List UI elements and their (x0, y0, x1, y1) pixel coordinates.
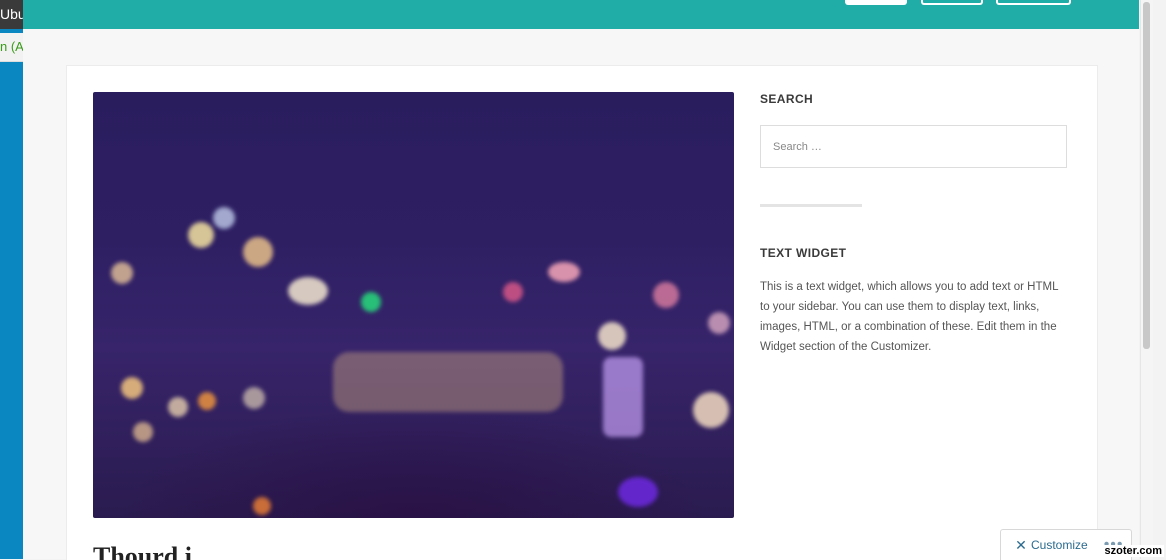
search-input[interactable]: Search … (760, 125, 1067, 168)
text-widget-body: This is a text widget, which allows you … (760, 281, 1059, 353)
wrench-screwdriver-icon: ✕ (1015, 536, 1027, 553)
watermark: szoter.com (1102, 545, 1164, 557)
site-page: Thourd i SEARCH Search … TEXT WIDGET Thi… (23, 0, 1139, 560)
featured-image[interactable] (93, 92, 734, 518)
site-header (23, 0, 1139, 29)
desktop-tab[interactable]: n (Au (0, 33, 23, 62)
text-widget-title: TEXT WIDGET (760, 246, 847, 260)
content-card: Thourd i SEARCH Search … TEXT WIDGET Thi… (66, 65, 1098, 560)
customize-label: Customize (1031, 538, 1088, 552)
desktop-window-title: Ubur (0, 0, 23, 29)
header-nav-button-1[interactable] (845, 0, 907, 5)
search-widget-title: SEARCH (760, 92, 814, 106)
scrollbar-thumb[interactable] (1143, 2, 1150, 349)
header-nav-button-3[interactable] (996, 0, 1071, 5)
desktop-background (0, 0, 23, 559)
header-nav-button-2[interactable] (921, 0, 983, 5)
sidebar: SEARCH Search … TEXT WIDGET This is a te… (760, 92, 1070, 357)
page-scrollbar[interactable] (1140, 0, 1153, 559)
search-placeholder: Search … (773, 140, 822, 153)
post-title[interactable]: Thourd i (93, 542, 192, 560)
widget-divider (760, 204, 862, 207)
